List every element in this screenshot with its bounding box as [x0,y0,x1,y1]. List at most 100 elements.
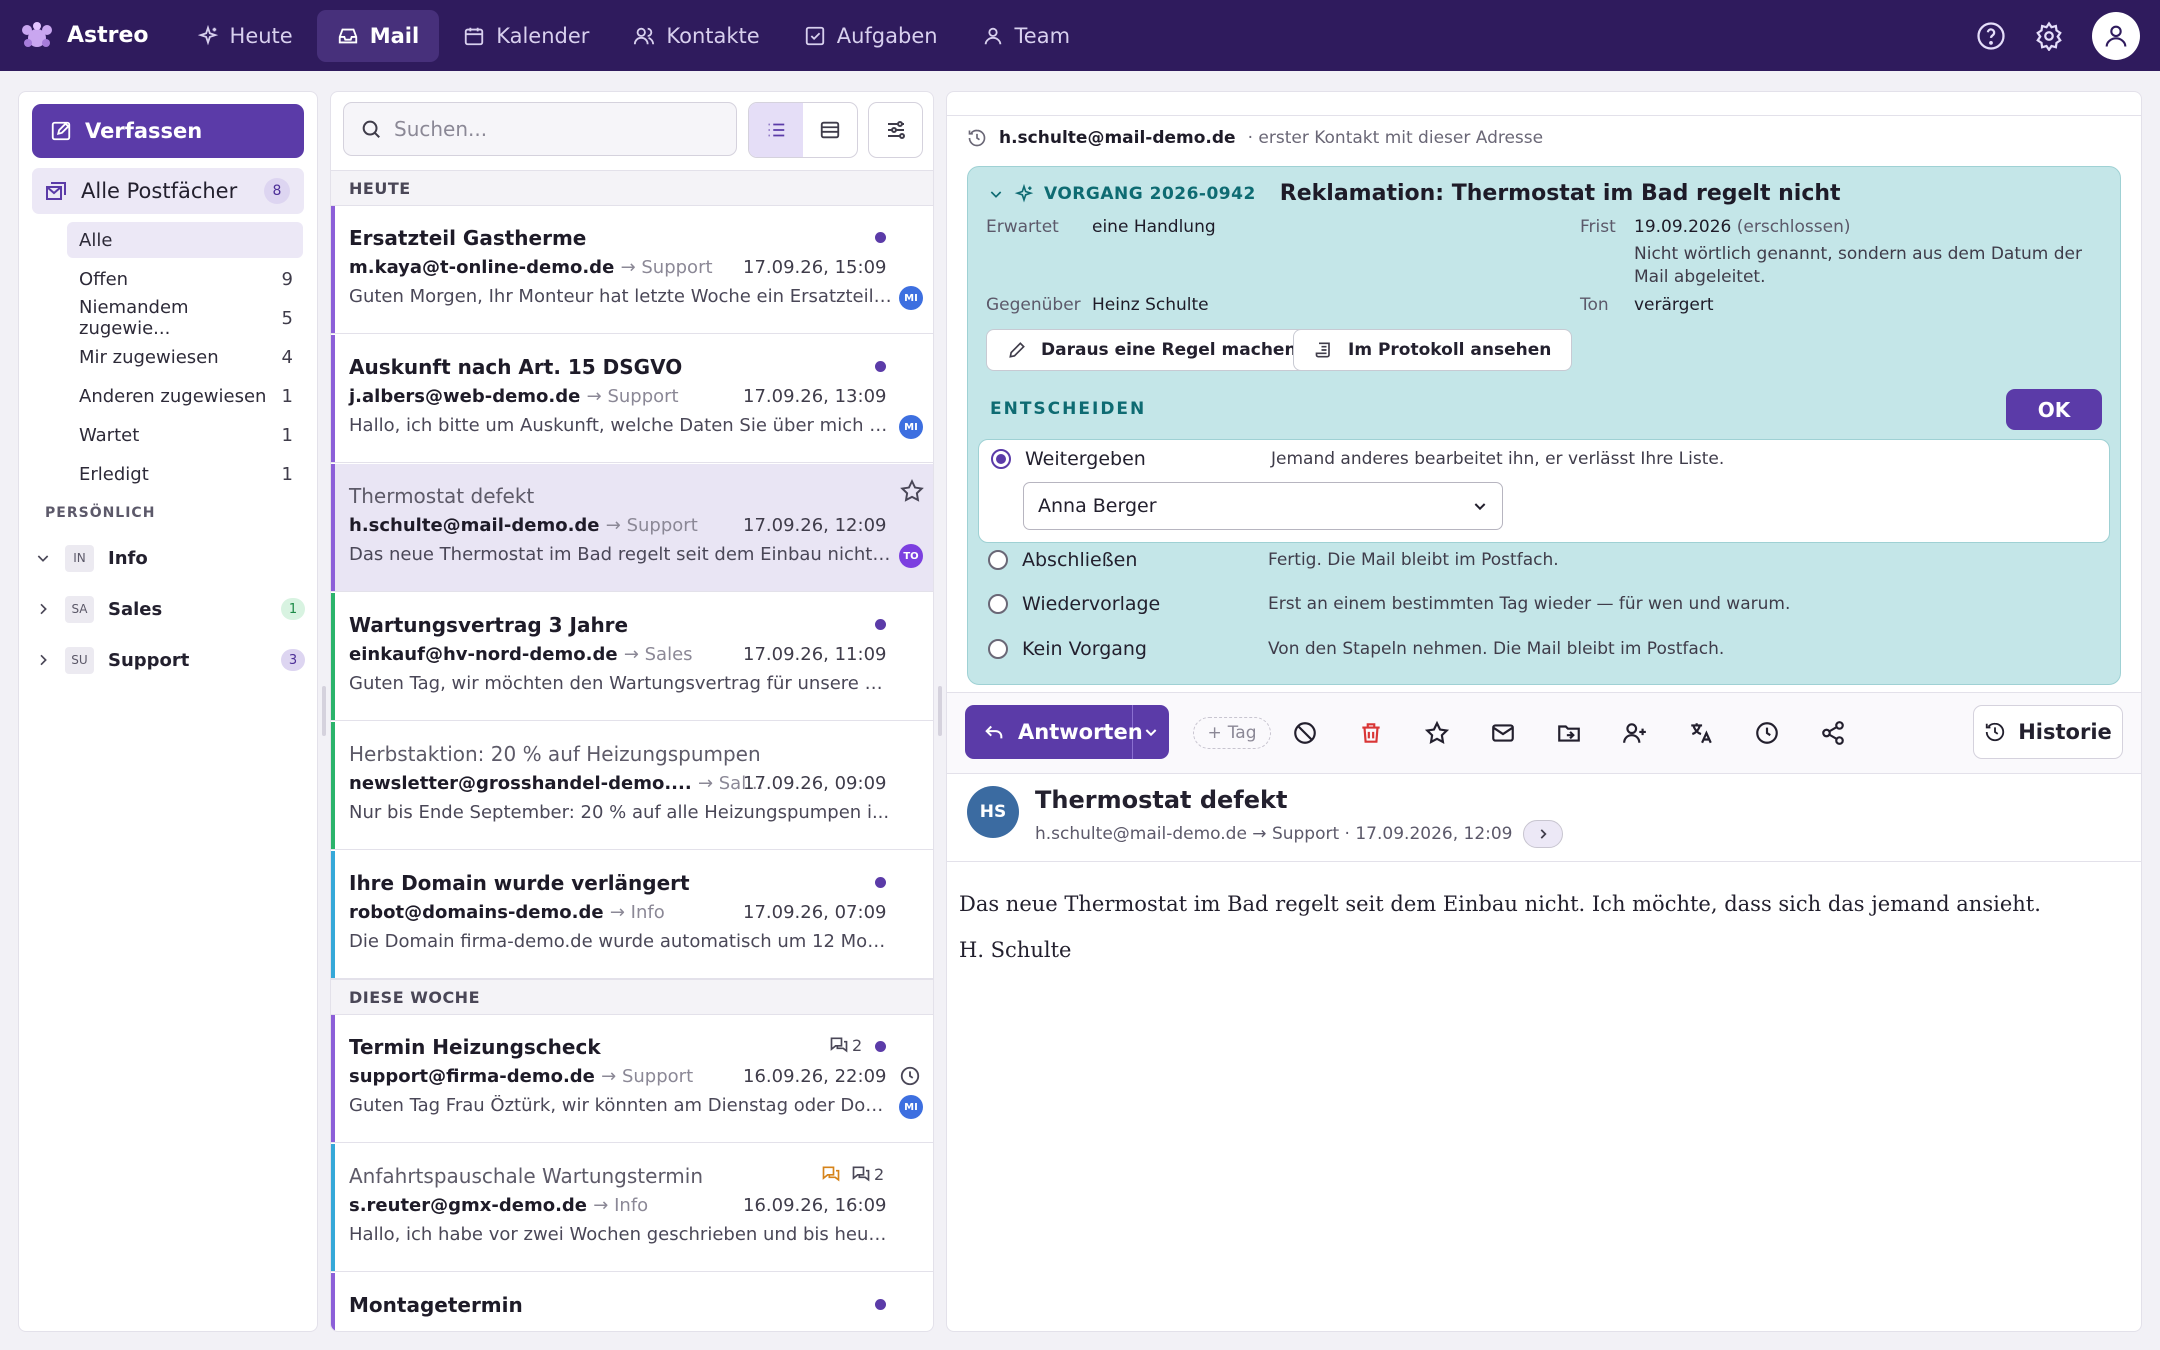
assignee-value: Anna Berger [1038,495,1157,517]
reply-options-chevron-icon[interactable] [1133,724,1169,740]
expand-details-button[interactable] [1522,820,1563,848]
option-forward[interactable]: Weitergeben Jemand anderes bearbeitet ih… [991,448,1724,470]
reply-button[interactable]: Antworten [965,705,1143,759]
mail-item[interactable]: Ersatzteil Gastherme m.kaya@t-online-dem… [331,206,933,334]
nav-heute[interactable]: Heute [177,10,313,62]
nav-kontakte[interactable]: Kontakte [613,10,779,62]
mail-sender: h.schulte@mail-demo.de → Support [349,515,698,536]
option-description: Erst an einem bestimmten Tag wieder — fü… [1268,594,1791,614]
vorgang-title: Reklamation: Thermostat im Bad regelt ni… [1279,181,1841,206]
chevron-down-icon[interactable] [35,550,51,566]
nav-label: Team [1014,23,1071,48]
trash-icon[interactable] [1358,720,1384,746]
unread-dot [875,361,886,372]
ok-button[interactable]: OK [2006,389,2102,430]
option-no-case[interactable]: Kein Vorgang Von den Stapeln nehmen. Die… [988,638,1724,660]
filter-wartet[interactable]: Wartet 1 [67,417,303,453]
assignee-select[interactable]: Anna Berger [1023,482,1503,530]
unread-dot [875,232,886,243]
mail-item[interactable]: Herbstaktion: 20 % auf Heizungspumpen ne… [331,722,933,850]
mail-item[interactable]: Montagetermin [331,1273,933,1331]
option-label: Kein Vorgang [1022,638,1147,660]
compose-button[interactable]: Verfassen [32,104,304,158]
snooze-clock-icon[interactable] [1754,720,1780,746]
filter-mir-zugewiesen[interactable]: Mir zugewiesen 4 [67,339,303,375]
radio-selected[interactable] [991,449,1011,469]
sender-info-line: h.schulte@mail-demo.de · erster Kontakt … [967,128,1543,148]
filter-erledigt[interactable]: Erledigt 1 [67,456,303,492]
mail-sender: j.albers@web-demo.de → Support [349,386,679,407]
mail-date: 17.09.26, 07:09 [743,902,887,923]
folder-info[interactable]: IN Info [35,538,311,578]
star-icon[interactable] [1424,720,1450,746]
resize-handle[interactable] [938,686,942,736]
nav-kalender[interactable]: Kalender [443,10,609,62]
star-icon[interactable] [899,478,925,504]
mail-preview: Guten Morgen, Ihr Monteur hat letzte Woc… [349,286,893,307]
body-paragraph: Das neue Thermostat im Bad regelt seit d… [959,892,2041,916]
mail-item[interactable]: Wartungsvertrag 3 Jahre einkauf@hv-nord-… [331,593,933,721]
block-icon[interactable] [1292,720,1318,746]
mail-icon[interactable] [1490,720,1516,746]
settings-gear-icon[interactable] [2034,20,2064,51]
counterpart-value: Heinz Schulte [1092,295,1209,315]
due-label: Frist [1580,217,1616,237]
sender-address: h.schulte@mail-demo.de [349,515,600,536]
filter-label: Anderen zugewiesen [79,385,267,407]
mailbox-target: → Support [601,1066,694,1087]
list-view-icon[interactable] [749,103,803,157]
make-rule-button[interactable]: Daraus eine Regel machen [986,329,1318,371]
filter-niemandem-zugewiesen[interactable]: Niemandem zugewie... 5 [67,297,303,339]
calendar-icon [463,25,485,47]
mail-item[interactable]: Termin Heizungscheck 2 support@firma-dem… [331,1015,933,1143]
vorgang-header[interactable]: VORGANG 2026-0942 Reklamation: Thermosta… [988,181,1841,206]
message-header: HS Thermostat defekt h.schulte@mail-demo… [947,774,2141,862]
option-description: Fertig. Die Mail bleibt im Postfach. [1268,550,1559,570]
nav-team[interactable]: Team [962,10,1091,62]
share-icon[interactable] [1820,720,1846,746]
nav-mail[interactable]: Mail [316,9,440,62]
mail-item[interactable]: Ihre Domain wurde verlängert robot@domai… [331,851,933,979]
resize-handle[interactable] [322,686,326,736]
nav-aufgaben[interactable]: Aufgaben [784,10,958,62]
chevron-right-icon[interactable] [35,601,51,617]
filter-settings-icon[interactable] [868,102,923,158]
option-close[interactable]: Abschließen Fertig. Die Mail bleibt im P… [988,549,1559,571]
due-date: 19.09.2026 (erschlossen) [1634,217,1851,237]
task-icon [804,25,826,47]
table-view-icon[interactable] [803,103,857,157]
unread-dot [875,1041,886,1052]
due-value: 19.09.2026 [1634,217,1732,237]
add-tag-button[interactable]: + Tag [1193,717,1271,749]
option-resubmit[interactable]: Wiedervorlage Erst an einem bestimmten T… [988,593,1790,615]
chevron-right-icon[interactable] [35,652,51,668]
chevron-down-icon[interactable] [988,186,1004,202]
move-folder-icon[interactable] [1556,720,1582,746]
filter-count: 5 [281,307,293,329]
all-mailboxes[interactable]: Alle Postfächer 8 [32,168,304,214]
radio[interactable] [988,639,1008,659]
search-input[interactable]: Suchen... [343,102,737,156]
count-badge: 8 [264,178,290,204]
history-button[interactable]: Historie [1973,705,2123,759]
translate-icon[interactable] [1688,720,1714,746]
mail-item[interactable]: Anfahrtspauschale Wartungstermin 2 s.reu… [331,1144,933,1272]
folder-sales[interactable]: SA Sales 1 [35,589,311,629]
filter-count: 1 [281,424,293,446]
assign-user-icon[interactable] [1622,720,1648,746]
brand[interactable]: Astreo [20,21,149,51]
user-avatar[interactable] [2092,11,2140,60]
radio[interactable] [988,594,1008,614]
filter-alle[interactable]: Alle [67,222,303,258]
mail-item-selected[interactable]: Thermostat defekt h.schulte@mail-demo.de… [331,464,933,592]
option-label: Wiedervorlage [1022,593,1161,615]
folder-support[interactable]: SU Support 3 [35,640,311,680]
unread-dot [875,619,886,630]
radio[interactable] [988,550,1008,570]
view-log-button[interactable]: Im Protokoll ansehen [1293,329,1573,371]
filter-offen[interactable]: Offen 9 [67,261,303,297]
filter-anderen-zugewiesen[interactable]: Anderen zugewiesen 1 [67,378,303,414]
mail-item[interactable]: Auskunft nach Art. 15 DSGVO j.albers@web… [331,335,933,463]
help-icon[interactable] [1976,21,2006,51]
conversation-warning-icon [821,1164,841,1184]
